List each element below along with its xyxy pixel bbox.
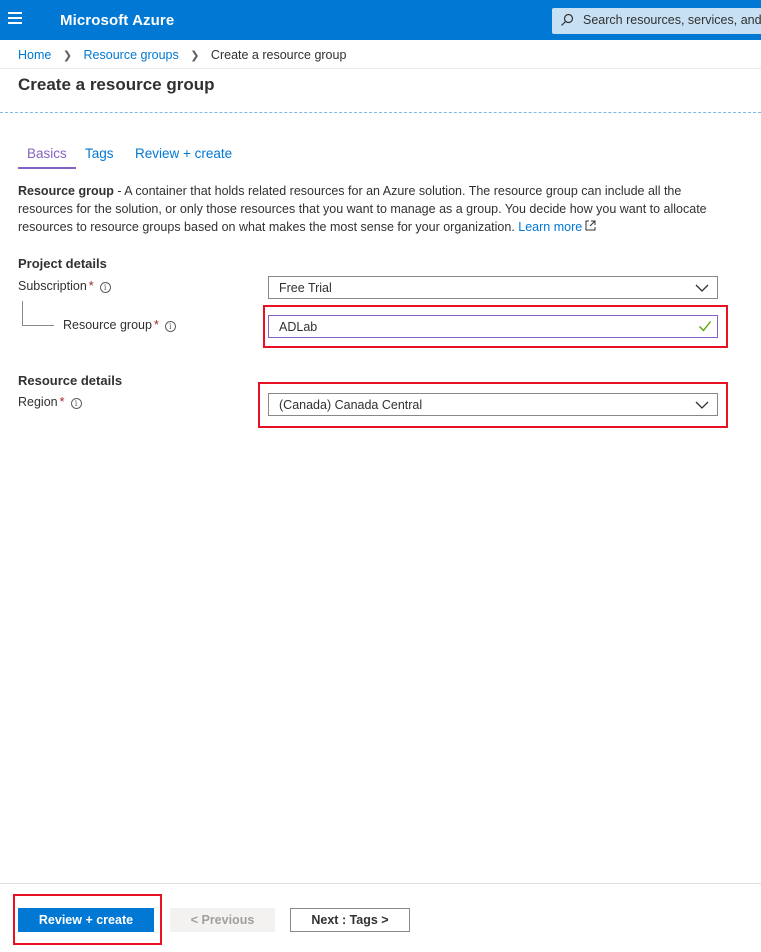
subscription-select[interactable]: Free Trial bbox=[268, 276, 718, 299]
region-label-text: Region bbox=[18, 395, 58, 409]
tab-review-create[interactable]: Review + create bbox=[135, 144, 232, 167]
highlight-box bbox=[263, 305, 728, 348]
region-label: Region * i bbox=[18, 395, 82, 409]
description-term: Resource group bbox=[18, 184, 114, 198]
description-text: - A container that holds related resourc… bbox=[18, 184, 707, 234]
search-input[interactable]: Search resources, services, and docs bbox=[583, 13, 761, 27]
search-icon bbox=[561, 13, 574, 26]
highlight-box bbox=[13, 894, 162, 945]
learn-more-link[interactable]: Learn more bbox=[518, 220, 582, 234]
top-bar: Microsoft Azure Search resources, servic… bbox=[0, 0, 761, 40]
info-icon[interactable]: i bbox=[70, 398, 82, 409]
tree-connector bbox=[22, 325, 54, 326]
info-icon[interactable]: i bbox=[164, 321, 176, 332]
chevron-down-icon bbox=[695, 284, 709, 292]
next-tags-button[interactable]: Next : Tags > bbox=[290, 908, 410, 932]
resource-group-label-text: Resource group bbox=[63, 318, 152, 332]
subscription-label-text: Subscription bbox=[18, 279, 87, 293]
required-marker: * bbox=[59, 395, 65, 409]
resource-details-heading: Resource details bbox=[18, 373, 123, 388]
external-link-icon bbox=[585, 220, 596, 231]
search-box[interactable]: Search resources, services, and docs bbox=[552, 8, 761, 34]
menu-icon[interactable] bbox=[8, 12, 24, 26]
chevron-right-icon: ❯ bbox=[62, 50, 73, 62]
resource-group-label: Resource group * i bbox=[63, 318, 176, 332]
required-marker: * bbox=[88, 279, 94, 293]
page-title: Create a resource group bbox=[18, 75, 215, 94]
tab-tags[interactable]: Tags bbox=[85, 144, 114, 167]
required-marker: * bbox=[153, 318, 159, 332]
breadcrumb-resource-groups[interactable]: Resource groups bbox=[84, 48, 179, 62]
divider bbox=[0, 112, 761, 113]
info-icon[interactable]: i bbox=[99, 282, 111, 293]
breadcrumb: Home ❯ Resource groups ❯ Create a resour… bbox=[18, 48, 346, 62]
brand-title[interactable]: Microsoft Azure bbox=[60, 12, 174, 29]
project-details-heading: Project details bbox=[18, 256, 107, 271]
divider bbox=[0, 68, 761, 69]
breadcrumb-home[interactable]: Home bbox=[18, 48, 51, 62]
tree-connector bbox=[22, 301, 23, 325]
chevron-right-icon: ❯ bbox=[190, 50, 200, 62]
tab-basics[interactable]: Basics bbox=[18, 144, 76, 169]
divider bbox=[0, 883, 761, 884]
subscription-label: Subscription * i bbox=[18, 279, 111, 293]
breadcrumb-current: Create a resource group bbox=[210, 48, 347, 62]
previous-button[interactable]: < Previous bbox=[170, 908, 275, 932]
subscription-value: Free Trial bbox=[279, 281, 332, 295]
description: Resource group - A container that holds … bbox=[18, 182, 728, 236]
highlight-box bbox=[258, 382, 728, 428]
